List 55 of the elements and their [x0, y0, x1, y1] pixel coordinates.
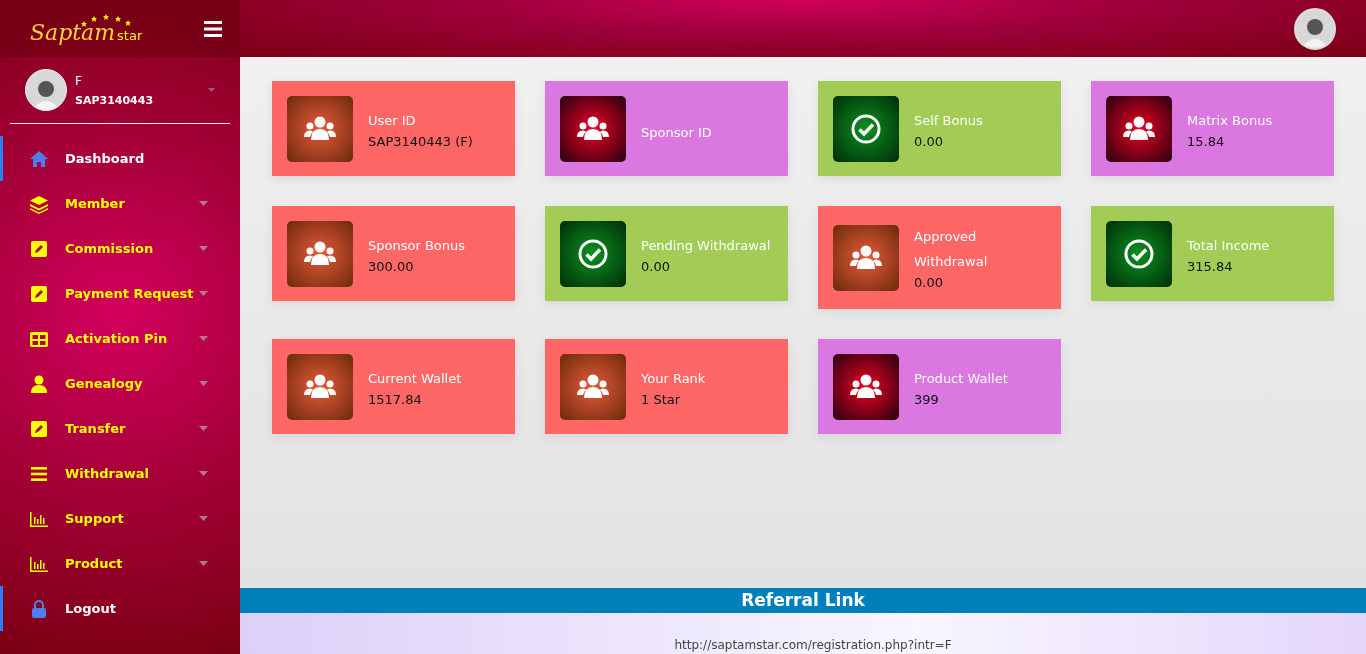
logo-subtext: star — [117, 28, 143, 43]
card-title: User ID — [368, 111, 417, 130]
caret-icon — [199, 336, 208, 341]
card-title: Your Rank — [641, 369, 706, 388]
card-value: 0.00 — [641, 257, 671, 275]
card-title: Self Bonus — [914, 111, 983, 130]
card-value: 0.00 — [914, 274, 944, 291]
caret-icon — [199, 426, 208, 431]
card-title: Approved Withdrawal — [914, 228, 989, 271]
caret-icon — [199, 246, 208, 251]
home-icon — [29, 148, 49, 169]
card-value: 1 Star — [641, 390, 682, 408]
card-value: 0.00 — [914, 132, 944, 150]
sidebar-item[interactable]: Activation Pin — [0, 316, 240, 361]
card-title: Matrix Bonus — [1187, 111, 1273, 130]
caret-icon — [199, 201, 208, 206]
card-value: SAP3140443 (F) — [368, 132, 473, 150]
card-title: Current Wallet — [368, 369, 462, 388]
lock-icon — [29, 598, 49, 619]
user-id: SAP3140443 — [75, 93, 155, 107]
avatar[interactable] — [1294, 7, 1336, 50]
card-value: 399 — [914, 390, 940, 408]
card-value: 1517.84 — [368, 390, 423, 408]
sidebar-item[interactable]: Product — [0, 541, 240, 586]
card-value: 300.00 — [368, 257, 415, 275]
user-icon — [29, 373, 49, 394]
card-title: Pending Withdrawal — [641, 236, 771, 255]
caret-icon — [199, 471, 208, 476]
section-header: Referral Link — [240, 588, 1366, 613]
edit-icon — [29, 283, 49, 304]
caret-icon — [199, 561, 208, 566]
caret-icon — [199, 291, 208, 296]
edit-icon — [29, 238, 49, 259]
edit-icon — [29, 418, 49, 439]
sidebar-item[interactable]: Commission — [0, 226, 240, 271]
caret-icon — [199, 516, 208, 521]
sidebar-item[interactable]: Genealogy — [0, 361, 240, 406]
layers-icon — [29, 193, 49, 214]
card-value: 15.84 — [1187, 132, 1226, 150]
menu-icon[interactable] — [204, 20, 222, 37]
card-title: Sponsor ID — [641, 124, 712, 142]
caret-icon — [199, 381, 208, 386]
avatar[interactable] — [25, 69, 67, 111]
user-name: F — [75, 73, 83, 88]
sidebar-item[interactable]: Transfer — [0, 406, 240, 451]
referral-link[interactable]: http://saptamstar.com/registration.php?intr=F — [654, 638, 952, 654]
card-title: Product Wallet — [914, 369, 1008, 388]
card-value: 315.84 — [1187, 257, 1234, 275]
sidebar-item[interactable]: Withdrawal — [0, 451, 240, 496]
logo-text: Saptam — [30, 20, 116, 45]
card-title: Total Income — [1187, 236, 1270, 255]
card-title: Sponsor Bonus — [368, 236, 466, 255]
sidebar-item[interactable]: Member — [0, 181, 240, 226]
sidebar-item[interactable]: Payment Request — [0, 271, 240, 316]
sidebar-item[interactable]: Support — [0, 496, 240, 541]
